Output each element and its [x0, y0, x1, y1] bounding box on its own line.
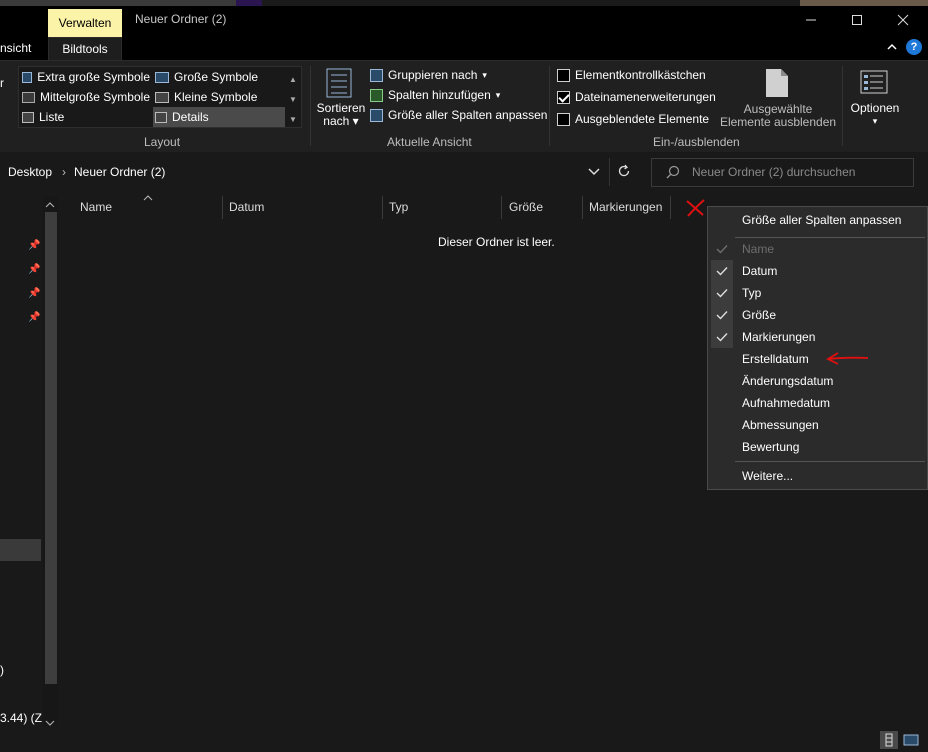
- large-icons-icon: [155, 71, 169, 83]
- menu-fit-all-columns[interactable]: Größe aller Spalten anpassen: [708, 209, 927, 231]
- nav-scrollbar-thumb[interactable]: [45, 212, 57, 684]
- pin-icon[interactable]: 📌: [28, 288, 40, 299]
- hide-selected-button[interactable]: Ausgewählte Elemente ausblenden: [718, 103, 838, 129]
- layout-large-icons[interactable]: Große Symbole: [153, 67, 285, 87]
- nav-item-selected[interactable]: [0, 539, 41, 561]
- column-header-markierungen[interactable]: Markierungen: [589, 195, 662, 219]
- column-context-menu: Größe aller Spalten anpassen Name Datum …: [707, 206, 928, 490]
- layout-group-label: Layout: [144, 135, 181, 149]
- pin-icon[interactable]: 📌: [28, 312, 40, 323]
- sort-by-button[interactable]: Sortieren nach ▾: [316, 102, 366, 128]
- add-columns-button[interactable]: Spalten hinzufügen ▾: [370, 85, 547, 105]
- tab-ansicht[interactable]: nsicht: [0, 37, 40, 60]
- menu-item-markierungen[interactable]: Markierungen: [708, 326, 927, 348]
- column-header-typ[interactable]: Typ: [389, 195, 408, 219]
- close-button[interactable]: [880, 8, 926, 32]
- nav-fragment-r: r: [0, 76, 4, 90]
- options-button[interactable]: Optionen ▾: [846, 102, 904, 128]
- sort-by-icon: [326, 68, 352, 101]
- fit-columns-button[interactable]: Größe aller Spalten anpassen: [370, 105, 547, 125]
- menu-item-groesse[interactable]: Größe: [708, 304, 927, 326]
- search-input[interactable]: Neuer Ordner (2) durchsuchen: [651, 158, 914, 187]
- check-icon: [711, 326, 733, 348]
- manage-tab[interactable]: Verwalten: [48, 9, 122, 37]
- desktop-strip-dark: [262, 0, 800, 6]
- breadcrumb-desktop[interactable]: Desktop: [8, 165, 52, 179]
- status-bar: [0, 728, 928, 752]
- extra-large-icons-icon: [22, 71, 33, 83]
- medium-icons-icon: [22, 91, 35, 103]
- menu-item-bewertung[interactable]: Bewertung: [708, 436, 927, 458]
- menu-item-erstelldatum[interactable]: Erstelldatum: [708, 348, 927, 370]
- desktop-strip-photo: [800, 0, 928, 6]
- small-icons-icon: [155, 91, 169, 103]
- menu-item-typ[interactable]: Typ: [708, 282, 927, 304]
- minimize-button[interactable]: [788, 8, 834, 32]
- window-title: Neuer Ordner (2): [135, 12, 227, 26]
- refresh-icon[interactable]: [617, 164, 631, 181]
- desktop-strip: [0, 0, 236, 6]
- pin-icon[interactable]: 📌: [28, 264, 40, 275]
- search-icon: [666, 165, 680, 182]
- check-icon: [711, 260, 733, 282]
- item-checkboxes-toggle[interactable]: Elementkontrollkästchen: [557, 65, 716, 85]
- options-icon: [860, 70, 888, 97]
- scroll-up-icon[interactable]: [45, 198, 55, 212]
- group-by-icon: [370, 68, 383, 82]
- annotation-cross-icon: [684, 198, 708, 221]
- column-header-name[interactable]: Name: [80, 195, 112, 219]
- menu-item-aufnahmedatum[interactable]: Aufnahmedatum: [708, 392, 927, 414]
- tab-bildtools[interactable]: Bildtools: [48, 37, 122, 60]
- current-view-group-label: Aktuelle Ansicht: [387, 135, 472, 149]
- menu-item-weitere[interactable]: Weitere...: [708, 465, 927, 487]
- nav-fragment-paren: ): [0, 663, 4, 677]
- hidden-items-toggle[interactable]: Ausgeblendete Elemente: [557, 109, 716, 129]
- chevron-down-icon[interactable]: [588, 166, 600, 180]
- breadcrumb-current[interactable]: Neuer Ordner (2): [74, 165, 165, 179]
- details-view-toggle[interactable]: [880, 731, 898, 749]
- checkbox-checked-icon: [557, 90, 570, 104]
- layout-list[interactable]: Liste: [22, 107, 150, 127]
- layout-small-icons[interactable]: Kleine Symbole: [153, 87, 285, 107]
- ribbon-tab-bar: [0, 37, 928, 60]
- add-columns-icon: [370, 88, 383, 102]
- file-extensions-toggle[interactable]: Dateinamenerweiterungen: [557, 87, 716, 107]
- help-icon[interactable]: ?: [906, 39, 922, 55]
- checkbox-icon: [557, 112, 570, 126]
- layout-medium-icons[interactable]: Mittelgroße Symbole: [22, 87, 150, 107]
- check-icon: [711, 304, 733, 326]
- fit-columns-icon: [370, 108, 383, 122]
- hide-selected-icon: [765, 68, 789, 101]
- desktop-strip-accent: [236, 0, 262, 6]
- gallery-scroll[interactable]: ▲ ▼ ▼: [289, 70, 297, 130]
- column-header-datum[interactable]: Datum: [229, 195, 264, 219]
- menu-item-name: Name: [708, 238, 927, 260]
- maximize-button[interactable]: [834, 8, 880, 32]
- collapse-ribbon-icon[interactable]: [886, 41, 898, 56]
- check-icon: [711, 238, 733, 260]
- menu-item-datum[interactable]: Datum: [708, 260, 927, 282]
- annotation-arrow-icon: [826, 352, 870, 369]
- show-hide-group-label: Ein-/ausblenden: [653, 135, 740, 149]
- breadcrumb-separator-icon: ›: [62, 165, 66, 179]
- check-icon: [711, 282, 733, 304]
- group-by-button[interactable]: Gruppieren nach ▾: [370, 65, 547, 85]
- large-icons-view-toggle[interactable]: [902, 731, 920, 749]
- menu-item-abmessungen[interactable]: Abmessungen: [708, 414, 927, 436]
- layout-extra-large-icons[interactable]: Extra große Symbole: [22, 67, 150, 87]
- empty-folder-message: Dieser Ordner ist leer.: [438, 235, 555, 249]
- menu-item-aenderungsdatum[interactable]: Änderungsdatum: [708, 370, 927, 392]
- list-icon: [22, 111, 34, 123]
- pin-icon[interactable]: 📌: [28, 240, 40, 251]
- layout-details[interactable]: Details: [153, 107, 285, 127]
- details-icon: [155, 111, 167, 123]
- column-header-groesse[interactable]: Größe: [509, 195, 543, 219]
- sort-ascending-icon: [143, 190, 153, 204]
- nav-drive-z[interactable]: 3.44) (Z:): [0, 711, 49, 725]
- checkbox-icon: [557, 68, 570, 82]
